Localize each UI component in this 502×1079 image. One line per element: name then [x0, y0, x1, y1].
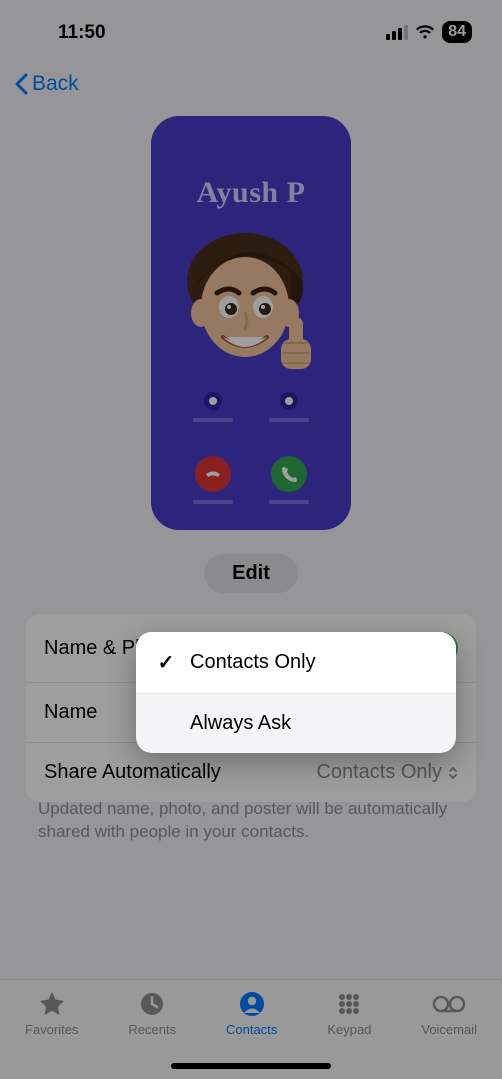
- checkmark-icon: ✓: [156, 650, 176, 675]
- menu-item-contacts-only[interactable]: ✓ Contacts Only: [136, 632, 456, 693]
- modal-scrim[interactable]: [0, 0, 502, 1079]
- menu-item-always-ask[interactable]: Always Ask: [136, 693, 456, 753]
- share-automatically-menu: ✓ Contacts Only Always Ask: [136, 632, 456, 753]
- menu-item-label: Always Ask: [190, 712, 291, 735]
- menu-item-label: Contacts Only: [190, 651, 316, 674]
